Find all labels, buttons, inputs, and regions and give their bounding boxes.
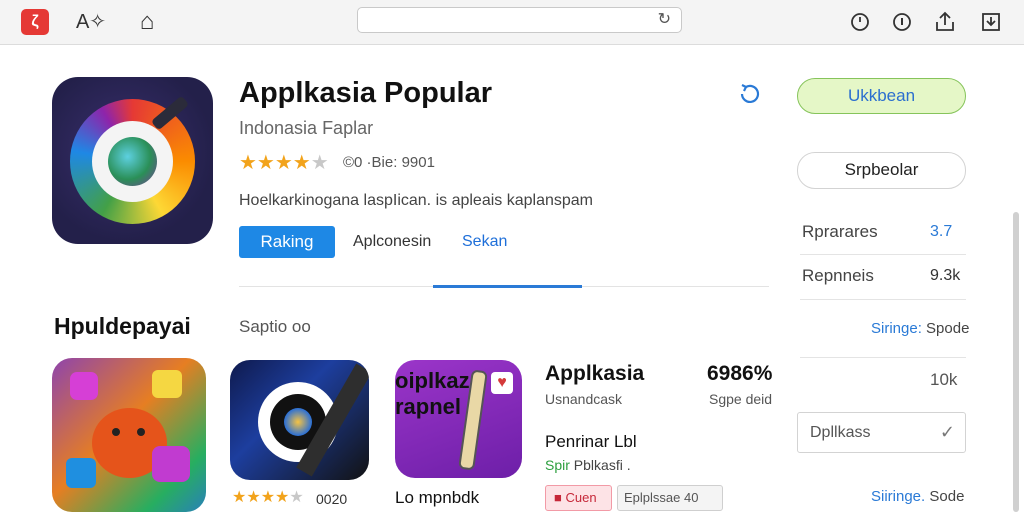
app-title: Applkasia Popular	[239, 77, 493, 109]
red-chip-icon: ■	[554, 490, 562, 505]
card3-label: Lo mpnbdk	[395, 488, 480, 507]
size-link-2-label: Siiringe.	[871, 488, 926, 505]
size-link[interactable]: Siringe: Spode	[871, 320, 969, 337]
app-description: Hoelkarkinogana laspIican. is apleais ka…	[239, 192, 593, 209]
featured-item-name[interactable]: Penrinar Lbl	[545, 432, 637, 452]
section-subtitle[interactable]: Saptio oo	[239, 317, 311, 337]
featured-tag-rest: Pblkasfi .	[573, 457, 631, 473]
stat-label-reviews: Repnneis	[802, 266, 874, 285]
red-chip[interactable]: ■ Cuen	[545, 485, 612, 511]
info-icon[interactable]	[891, 11, 913, 33]
featured-item-percent: 6986%	[707, 362, 773, 385]
card2-star-rating: ★★★★★	[232, 489, 304, 506]
card3-art-text: oiplkaz rapnel	[395, 368, 470, 419]
size-link-value: Spode	[926, 320, 970, 337]
scrollbar[interactable]	[1013, 212, 1019, 512]
gray-chip[interactable]: Eplplssae 40	[617, 485, 723, 511]
translate-icon[interactable]: A✧	[72, 8, 110, 36]
rating-text: ©0 ·Bie: 9901	[343, 154, 435, 171]
featured-app-icon[interactable]	[52, 77, 213, 244]
stat-divider	[800, 254, 966, 255]
heart-icon: ♥	[491, 372, 513, 394]
check-icon: ✓	[939, 422, 955, 442]
size-link-2[interactable]: Siiringe. Sode	[871, 488, 964, 505]
card2-rating-text: 0020	[316, 491, 348, 507]
red-chip-label: Cuen	[565, 490, 597, 505]
star-rating: ★★★★★	[239, 152, 329, 174]
stat-value-ratings: 3.7	[930, 223, 953, 240]
download-count: 10k	[930, 370, 958, 389]
size-link-label: Siringe:	[871, 320, 922, 337]
featured-item-subtitle-2: Sgpe deid	[709, 391, 773, 407]
app-logo-icon[interactable]: ζ	[21, 9, 49, 35]
version-select[interactable]: Dpllkass ✓	[797, 412, 966, 453]
version-select-value: Dpllkass	[810, 424, 871, 441]
clock-icon[interactable]	[849, 11, 871, 33]
app-card-icon-3[interactable]: oiplkaz rapnel ♥	[395, 360, 522, 478]
section-title: Hpuldepayai	[54, 313, 191, 339]
install-button[interactable]: Ukkbean	[797, 78, 966, 114]
refresh-share-icon[interactable]	[737, 82, 763, 106]
ranking-button[interactable]: Raking	[239, 226, 335, 258]
share-icon[interactable]	[934, 10, 956, 34]
app-card-icon-2[interactable]	[230, 360, 369, 480]
address-bar[interactable]: ↻	[357, 7, 682, 33]
browser-toolbar: ζ A✧ ⌂ ↻	[0, 0, 1024, 45]
download-icon[interactable]	[980, 11, 1002, 33]
size-link-2-value: Sode	[929, 488, 965, 505]
stat-value-reviews: 9.3k	[930, 267, 961, 284]
active-tab-indicator	[433, 285, 582, 288]
home-icon[interactable]: ⌂	[133, 8, 161, 36]
reload-icon[interactable]: ↻	[658, 8, 671, 32]
stat-label-ratings: Rprarares	[802, 222, 878, 241]
stat-divider	[800, 299, 966, 300]
tab-sekan[interactable]: Sekan	[462, 233, 507, 251]
featured-item-title[interactable]: Applkasia	[545, 362, 644, 386]
stat-divider	[800, 357, 966, 358]
secondary-button[interactable]: Srpbeolar	[797, 152, 966, 189]
featured-item-tag: Spir Pblkasfi .	[545, 457, 631, 473]
tab-aplconesin[interactable]: Aplconesin	[353, 233, 431, 251]
app-card-icon-1[interactable]	[52, 358, 206, 512]
featured-tag-green: Spir	[545, 457, 570, 473]
app-subtitle: Indonasia Faplar	[239, 118, 374, 138]
featured-item-subtitle: Usnandcask	[545, 391, 623, 407]
